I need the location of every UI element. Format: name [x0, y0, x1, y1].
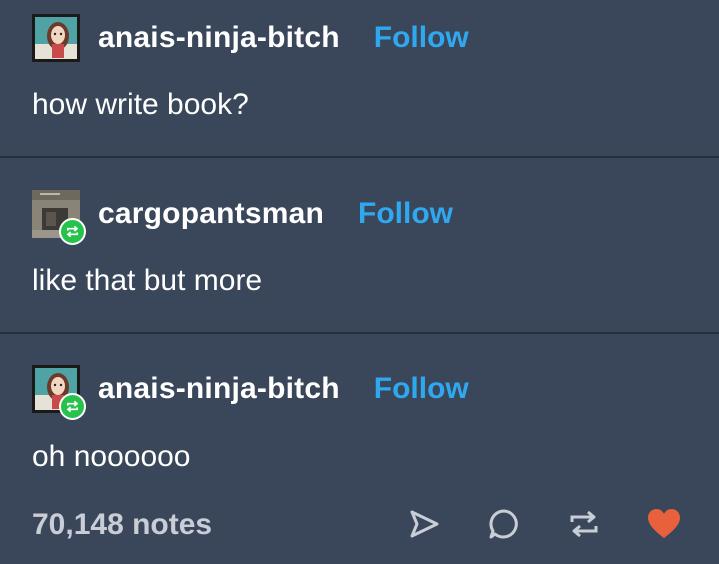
- post-text: oh noooooo: [32, 440, 191, 473]
- portrait-avatar-icon: [32, 14, 80, 62]
- follow-button[interactable]: Follow: [374, 372, 469, 406]
- post-header: cargopantsman Follow: [32, 190, 453, 245]
- reblog-badge: [59, 218, 86, 245]
- post-3: anais-ninja-bitch Follow oh noooooo: [0, 334, 719, 494]
- reblog-button[interactable]: [564, 504, 604, 544]
- avatar[interactable]: [32, 190, 86, 245]
- reblog-badge-icon: [66, 400, 79, 413]
- post-1: anais-ninja-bitch Follow how write book?: [0, 0, 719, 158]
- post-text: like that but more: [32, 264, 263, 297]
- username[interactable]: anais-ninja-bitch: [98, 21, 340, 55]
- like-button[interactable]: [644, 504, 684, 544]
- reblog-badge-icon: [66, 225, 79, 238]
- post-text: how write book?: [32, 88, 249, 121]
- post-2: cargopantsman Follow like that but more: [0, 158, 719, 332]
- reblog-badge: [59, 393, 86, 420]
- like-icon: [648, 509, 680, 538]
- share-icon: [410, 510, 439, 538]
- username[interactable]: cargopantsman: [98, 197, 324, 231]
- username[interactable]: anais-ninja-bitch: [98, 372, 340, 406]
- post-header: anais-ninja-bitch Follow: [32, 14, 469, 62]
- avatar[interactable]: [32, 365, 86, 420]
- follow-button[interactable]: Follow: [374, 21, 469, 55]
- reply-button[interactable]: [484, 504, 524, 544]
- share-button[interactable]: [404, 504, 444, 544]
- notes-count[interactable]: 70,148 notes: [32, 508, 212, 542]
- avatar[interactable]: [32, 14, 80, 62]
- post-footer: 70,148 notes: [0, 500, 719, 550]
- post-header: anais-ninja-bitch Follow: [32, 365, 469, 420]
- reply-icon: [489, 509, 518, 539]
- reblog-icon: [570, 510, 598, 538]
- follow-button[interactable]: Follow: [358, 197, 453, 231]
